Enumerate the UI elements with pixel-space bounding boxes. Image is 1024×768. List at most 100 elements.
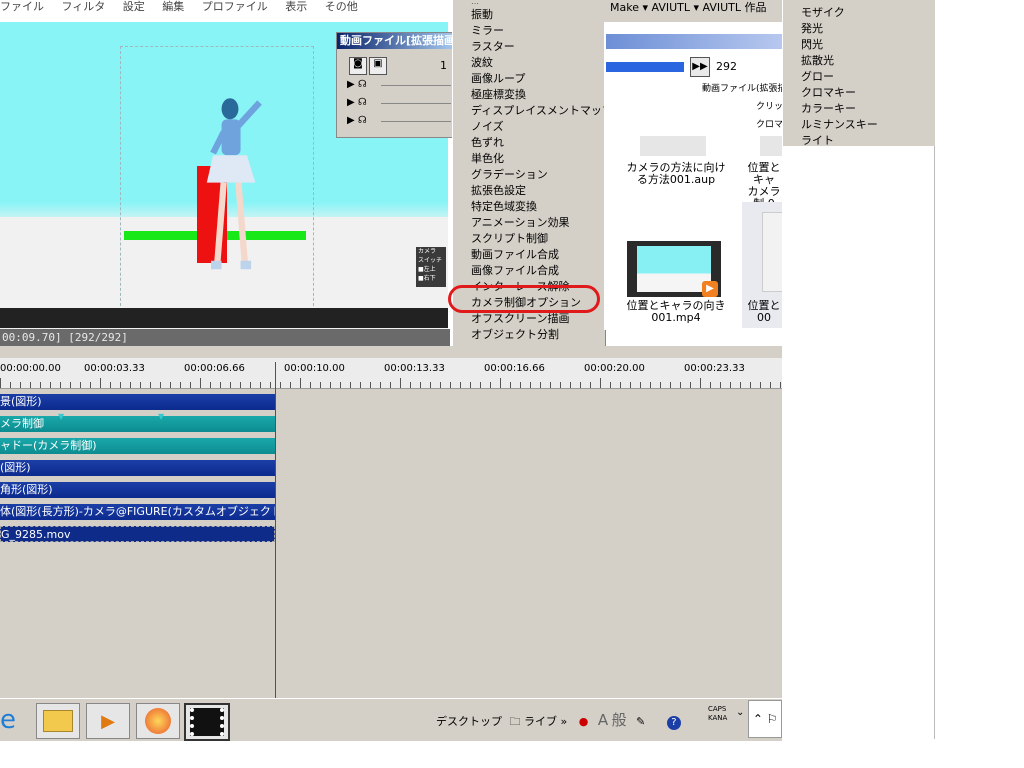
menu-item-extended-color[interactable]: 拡張色設定	[471, 182, 526, 198]
file-name-cut[interactable]: 位置と 00	[746, 300, 782, 324]
file-thumbnail[interactable]	[640, 136, 706, 156]
timeline-playhead[interactable]	[275, 362, 276, 698]
menu-other[interactable]: その他	[325, 1, 358, 12]
slider-track[interactable]	[381, 121, 451, 122]
menu-item-diffuse[interactable]: 拡散光	[801, 52, 834, 68]
menu-item-animation-effect[interactable]: アニメーション効果	[471, 214, 570, 230]
keyframe-marker[interactable]: ▼	[58, 412, 64, 421]
menu-item-raster[interactable]: ラスター	[471, 38, 515, 54]
menu-item-glow[interactable]: グロー	[801, 68, 834, 84]
timeline-layer-4[interactable]: (図形)	[0, 458, 782, 481]
tray-folder-icon[interactable]: 🗀	[510, 715, 521, 728]
tray-overflow[interactable]: »	[561, 715, 568, 728]
menu-item-image-loop[interactable]: 画像ループ	[471, 70, 525, 86]
dancing-character[interactable]	[190, 94, 270, 284]
ime-general[interactable]: 般	[612, 711, 627, 729]
menu-item-gradient[interactable]: グラデーション	[471, 166, 548, 182]
folder-icon[interactable]	[36, 703, 80, 739]
camera-control-panel[interactable]: カメラ スイッチ ■左上 ■右下	[416, 247, 446, 287]
video-dialog-title[interactable]: 動画ファイル[拡張描画]	[337, 33, 455, 49]
menu-view[interactable]: 表示	[285, 1, 307, 12]
menu-profile[interactable]: プロファイル	[202, 1, 268, 12]
menu-item-shake[interactable]: 振動	[471, 6, 493, 22]
camera-panel-switch[interactable]: スイッチ	[416, 256, 446, 265]
timeline-clip-triangle[interactable]: 角形(図形)	[0, 482, 275, 498]
menu-item-displacement[interactable]: ディスプレイスメントマップ	[471, 102, 613, 118]
menu-filter[interactable]: フィルタ	[62, 1, 106, 12]
menu-item-script-control[interactable]: スクリプト制御	[471, 230, 548, 246]
ime-dropdown-icon[interactable]: ⌄	[736, 707, 744, 718]
expand-arrow-icon[interactable]: ▶ ☊	[347, 79, 367, 90]
next-frame-icon[interactable]: ▶▶	[690, 57, 710, 77]
slider-track[interactable]	[381, 103, 451, 104]
keyframe-marker[interactable]: ▼	[158, 412, 164, 421]
menu-item-mosaic[interactable]: モザイク	[801, 4, 845, 20]
timeline-layer-2[interactable]: メラ制御	[0, 414, 782, 437]
firefox-icon[interactable]	[136, 703, 180, 739]
menu-item-mirror[interactable]: ミラー	[471, 22, 504, 38]
media-player-icon[interactable]: ▶	[86, 703, 130, 739]
timeline-layer-empty[interactable]	[0, 546, 782, 569]
menu-item-specific-color[interactable]: 特定色域変換	[471, 198, 537, 214]
timeline-clip-mov[interactable]: G_9285.mov	[0, 526, 275, 542]
ime-icon[interactable]: ●	[579, 715, 589, 728]
menu-item-glow-emit[interactable]: 発光	[801, 20, 823, 36]
ime-mode[interactable]: A	[598, 711, 608, 729]
timeline-clip-camera-control[interactable]: メラ制御	[0, 416, 275, 432]
menu-item-luminance-key[interactable]: ルミナンスキー	[801, 116, 878, 132]
seek-bar-fill[interactable]	[606, 62, 684, 72]
menu-file[interactable]: ファイル	[0, 1, 44, 12]
menu-item-monochrome[interactable]: 単色化	[471, 150, 504, 166]
video-file-dialog[interactable]: 動画ファイル[拡張描画] ◙ ▣ 1 ▶ ☊ ▶ ☊ ▶ ☊	[336, 32, 456, 138]
timeline-layer-empty[interactable]	[0, 634, 782, 657]
timeline-clip-background[interactable]: 景(図形)	[0, 394, 275, 410]
ime-tools-icon[interactable]: ✎	[636, 715, 645, 728]
menu-item-image-composite[interactable]: 画像ファイル合成	[471, 262, 559, 278]
timeline-clip-shape[interactable]: (図形)	[0, 460, 275, 476]
menu-settings[interactable]: 設定	[123, 1, 145, 12]
timeline-layer-5[interactable]: 角形(図形)	[0, 480, 782, 503]
menu-edit[interactable]: 編集	[162, 1, 184, 12]
timeline-layer-6[interactable]: 体(図形(長方形)-カメラ@FIGURE(カスタムオブジェクト)	[0, 502, 782, 525]
aviutl-icon[interactable]	[184, 703, 230, 741]
help-icon[interactable]: ?	[666, 716, 681, 730]
timeline-clip-shadow[interactable]: ャドー(カメラ制御)	[0, 438, 275, 454]
timeline-layer-7[interactable]: G_9285.mov	[0, 524, 782, 547]
menu-item-ripple[interactable]: 波紋	[471, 54, 493, 70]
timeline-layer-empty[interactable]	[0, 568, 782, 591]
menu-item-noise[interactable]: ノイズ	[471, 118, 504, 134]
menu-item-chroma-key[interactable]: クロマキー	[801, 84, 856, 100]
menu-item-color-key[interactable]: カラーキー	[801, 100, 856, 116]
file-name-aup[interactable]: カメラの方法に向ける方法001.aup	[622, 162, 730, 186]
menu-item-video-composite[interactable]: 動画ファイル合成	[471, 246, 559, 262]
timeline-layer-empty[interactable]	[0, 590, 782, 613]
ruler-tick	[80, 382, 81, 388]
timeline-clip-cuboid[interactable]: 体(図形(長方形)-カメラ@FIGURE(カスタムオブジェクト)	[0, 504, 275, 520]
file-thumbnail[interactable]	[760, 136, 782, 156]
timeline-layer-empty[interactable]	[0, 656, 782, 679]
tray-desktop[interactable]: デスクトップ	[436, 715, 502, 728]
menu-item-object-split[interactable]: オブジェクト分割	[471, 326, 559, 342]
camera-panel-bottomright[interactable]: ■右下	[416, 274, 446, 283]
timeline-ruler[interactable]: 00:00:00.00 00:00:03.33 00:00:06.66 00:0…	[0, 358, 782, 389]
slider-track[interactable]	[381, 85, 451, 86]
file-name-mp4[interactable]: 位置とキャラの向き001.mp4	[622, 300, 730, 324]
image-icon[interactable]: ▣	[369, 57, 387, 75]
file-thumbnail[interactable]	[762, 212, 784, 292]
ie-icon[interactable]: e	[0, 703, 26, 737]
timeline-layer-empty[interactable]	[0, 612, 782, 635]
explorer-path-bar[interactable]: Make ▾ AVIUTL ▾ AVIUTL 作品	[604, 0, 782, 22]
tray-expand-icon[interactable]: ⌃ ⚐	[748, 700, 782, 738]
menu-item-polar[interactable]: 極座標変換	[471, 86, 526, 102]
timeline-layer-empty[interactable]	[0, 678, 782, 699]
menu-item-flash[interactable]: 閃光	[801, 36, 823, 52]
expand-arrow-icon[interactable]: ▶ ☊	[347, 115, 367, 126]
camera-panel-topleft[interactable]: ■左上	[416, 265, 446, 274]
menu-item-color-shift[interactable]: 色ずれ	[471, 134, 504, 150]
timeline-layer-1[interactable]: 景(図形)	[0, 392, 782, 415]
tray-live[interactable]: ライブ	[524, 715, 557, 728]
expand-arrow-icon[interactable]: ▶ ☊	[347, 97, 367, 108]
path-breadcrumb[interactable]: Make ▾ AVIUTL ▾ AVIUTL 作品	[604, 1, 766, 14]
camera-icon[interactable]: ◙	[349, 57, 367, 75]
timeline-layer-3[interactable]: ャドー(カメラ制御)	[0, 436, 782, 459]
